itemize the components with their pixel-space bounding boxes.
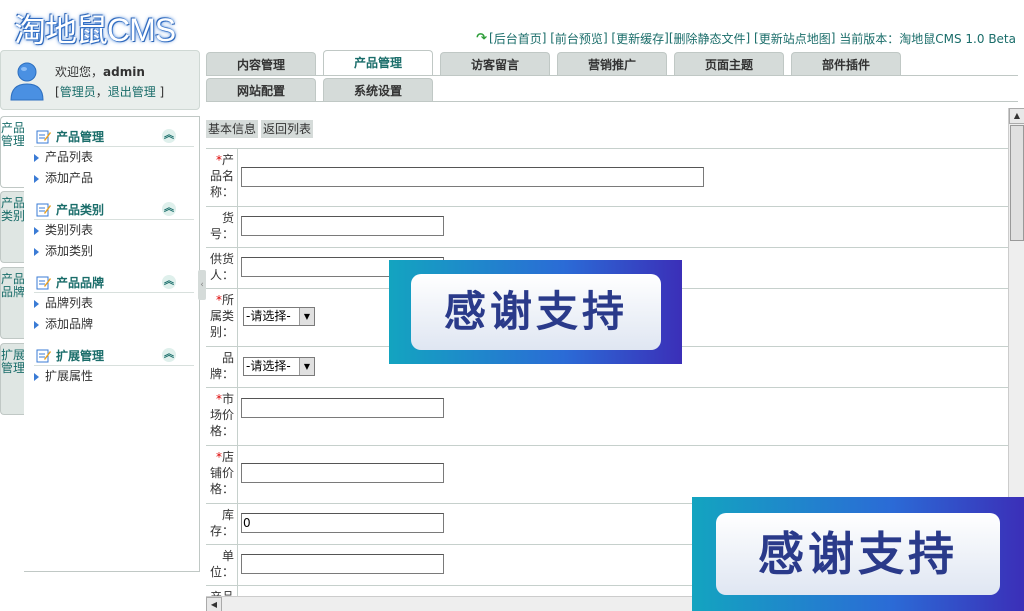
menu-group-extension: 扩展管理 ︽ 扩展属性 bbox=[34, 346, 194, 387]
form-row-product-name: *产品名称： bbox=[206, 149, 1008, 207]
tab-page-theme[interactable]: 页面主题 bbox=[674, 52, 784, 76]
logout-link[interactable]: 退出管理 bbox=[108, 85, 156, 99]
menu-group-header[interactable]: 产品品牌 ︽ bbox=[34, 273, 194, 293]
back-arrow-icon: ↷ bbox=[476, 30, 488, 46]
user-panel: 欢迎您，admin [管理员，退出管理 ] bbox=[0, 50, 200, 110]
subtab-back-to-list[interactable]: 返回列表 bbox=[261, 120, 314, 138]
link-frontend-preview[interactable]: 前台预览 bbox=[555, 30, 603, 47]
edit-icon bbox=[36, 276, 51, 290]
field-label: 品牌： bbox=[206, 347, 238, 387]
form-row-shop-price: *店铺价格： bbox=[206, 446, 1008, 504]
brand-select[interactable]: -请选择- ▼ bbox=[243, 357, 315, 376]
edit-icon bbox=[36, 349, 51, 363]
menu-item-brand-list[interactable]: 品牌列表 bbox=[34, 293, 194, 314]
link-delete-static[interactable]: 删除静态文件 bbox=[674, 30, 746, 47]
side-tab-extension[interactable]: 扩展管理 bbox=[0, 343, 25, 415]
stock-input[interactable] bbox=[241, 513, 444, 533]
field-label: 货号： bbox=[206, 207, 238, 247]
field-label: 单位： bbox=[206, 545, 238, 585]
link-update-cache[interactable]: 更新缓存 bbox=[616, 30, 664, 47]
product-name-input[interactable] bbox=[241, 167, 704, 187]
form-subtabs: 基本信息 返回列表 bbox=[206, 120, 316, 138]
side-menu: 产品管理 ︽ 产品列表 添加产品 产品类别 ︽ 类别列表 添加类别 产品品牌 ︽… bbox=[24, 116, 200, 572]
tab-system-settings[interactable]: 系统设置 bbox=[323, 78, 433, 102]
scroll-left-icon[interactable]: ◀ bbox=[206, 597, 222, 611]
app-logo: 淘地鼠CMS bbox=[14, 12, 176, 48]
field-label: *市场价格： bbox=[206, 388, 238, 445]
menu-item-add-category[interactable]: 添加类别 bbox=[34, 241, 194, 262]
scroll-up-icon[interactable]: ▲ bbox=[1009, 108, 1024, 124]
field-label: *产品名称： bbox=[206, 149, 238, 206]
menu-group-header[interactable]: 产品类别 ︽ bbox=[34, 200, 194, 220]
watermark-text: 感谢支持 bbox=[411, 274, 661, 350]
side-tab-product-brand[interactable]: 产品品牌 bbox=[0, 267, 25, 339]
collapse-icon[interactable]: ︽ bbox=[162, 202, 176, 216]
field-label: *所属类别： bbox=[206, 289, 238, 346]
menu-group-header[interactable]: 产品管理 ︽ bbox=[34, 127, 194, 147]
tab-content-manage[interactable]: 内容管理 bbox=[206, 52, 316, 76]
form-row-market-price: *市场价格： bbox=[206, 388, 1008, 446]
tab-site-config[interactable]: 网站配置 bbox=[206, 78, 316, 102]
sku-input[interactable] bbox=[241, 216, 444, 236]
menu-item-add-product[interactable]: 添加产品 bbox=[34, 168, 194, 189]
menu-item-product-list[interactable]: 产品列表 bbox=[34, 147, 194, 168]
tab-marketing[interactable]: 营销推广 bbox=[557, 52, 667, 76]
field-label: 产品 bbox=[206, 586, 238, 596]
side-tab-product-manage[interactable]: 产品管理 bbox=[0, 116, 25, 188]
menu-item-extension-attrs[interactable]: 扩展属性 bbox=[34, 366, 194, 387]
subtab-basic-info[interactable]: 基本信息 bbox=[206, 120, 259, 138]
shop-price-input[interactable] bbox=[241, 463, 444, 483]
menu-group-product: 产品管理 ︽ 产品列表 添加产品 bbox=[34, 127, 194, 189]
menu-item-add-brand[interactable]: 添加品牌 bbox=[34, 314, 194, 335]
link-update-sitemap[interactable]: 更新站点地图 bbox=[759, 30, 831, 47]
field-label: *店铺价格： bbox=[206, 446, 238, 503]
scroll-thumb[interactable] bbox=[1010, 125, 1024, 241]
dropdown-arrow-icon: ▼ bbox=[299, 308, 314, 325]
menu-item-category-list[interactable]: 类别列表 bbox=[34, 220, 194, 241]
collapse-icon[interactable]: ︽ bbox=[162, 129, 176, 143]
menu-group-title: 产品品牌 bbox=[56, 276, 105, 290]
menu-group-title: 产品管理 bbox=[56, 130, 105, 144]
field-label: 库存： bbox=[206, 504, 238, 544]
version-value: 淘地鼠CMS 1.0 Beta bbox=[899, 31, 1016, 46]
market-price-input[interactable] bbox=[241, 398, 444, 418]
menu-group-brand: 产品品牌 ︽ 品牌列表 添加品牌 bbox=[34, 273, 194, 335]
tab-divider bbox=[206, 75, 1018, 76]
form-row-sku: 货号： bbox=[206, 207, 1008, 248]
watermark-text: 感谢支持 bbox=[716, 513, 1000, 595]
sidebar-collapse-handle[interactable]: ‹ bbox=[198, 270, 206, 300]
watermark-banner: 感谢支持 bbox=[389, 260, 682, 364]
username: admin bbox=[103, 65, 145, 79]
link-admin-home[interactable]: 后台首页 bbox=[494, 30, 542, 47]
user-avatar-icon bbox=[10, 62, 44, 101]
watermark-banner: 感谢支持 bbox=[692, 497, 1024, 611]
version-label: 当前版本： bbox=[839, 31, 900, 46]
welcome-text: 欢迎您，admin bbox=[55, 65, 145, 79]
collapse-icon[interactable]: ︽ bbox=[162, 348, 176, 362]
menu-group-category: 产品类别 ︽ 类别列表 添加类别 bbox=[34, 200, 194, 262]
menu-group-header[interactable]: 扩展管理 ︽ bbox=[34, 346, 194, 366]
tab-plugins[interactable]: 部件插件 bbox=[791, 52, 901, 76]
role-link[interactable]: 管理员 bbox=[60, 85, 96, 99]
side-tab-product-category[interactable]: 产品类别 bbox=[0, 191, 25, 263]
user-links: [管理员，退出管理 ] bbox=[55, 85, 165, 99]
top-nav: ↷ [后台首页] [前台预览] [更新缓存][删除静态文件] [更新站点地图] … bbox=[476, 30, 1016, 46]
collapse-icon[interactable]: ︽ bbox=[162, 275, 176, 289]
category-select[interactable]: -请选择- ▼ bbox=[243, 307, 315, 326]
edit-icon bbox=[36, 203, 51, 217]
menu-group-title: 扩展管理 bbox=[56, 349, 105, 363]
dropdown-arrow-icon: ▼ bbox=[299, 358, 314, 375]
tab-guestbook[interactable]: 访客留言 bbox=[440, 52, 550, 76]
edit-icon bbox=[36, 130, 51, 144]
menu-group-title: 产品类别 bbox=[56, 203, 105, 217]
field-label: 供货人： bbox=[206, 248, 238, 288]
tab-product-manage[interactable]: 产品管理 bbox=[323, 50, 433, 76]
unit-input[interactable] bbox=[241, 554, 444, 574]
